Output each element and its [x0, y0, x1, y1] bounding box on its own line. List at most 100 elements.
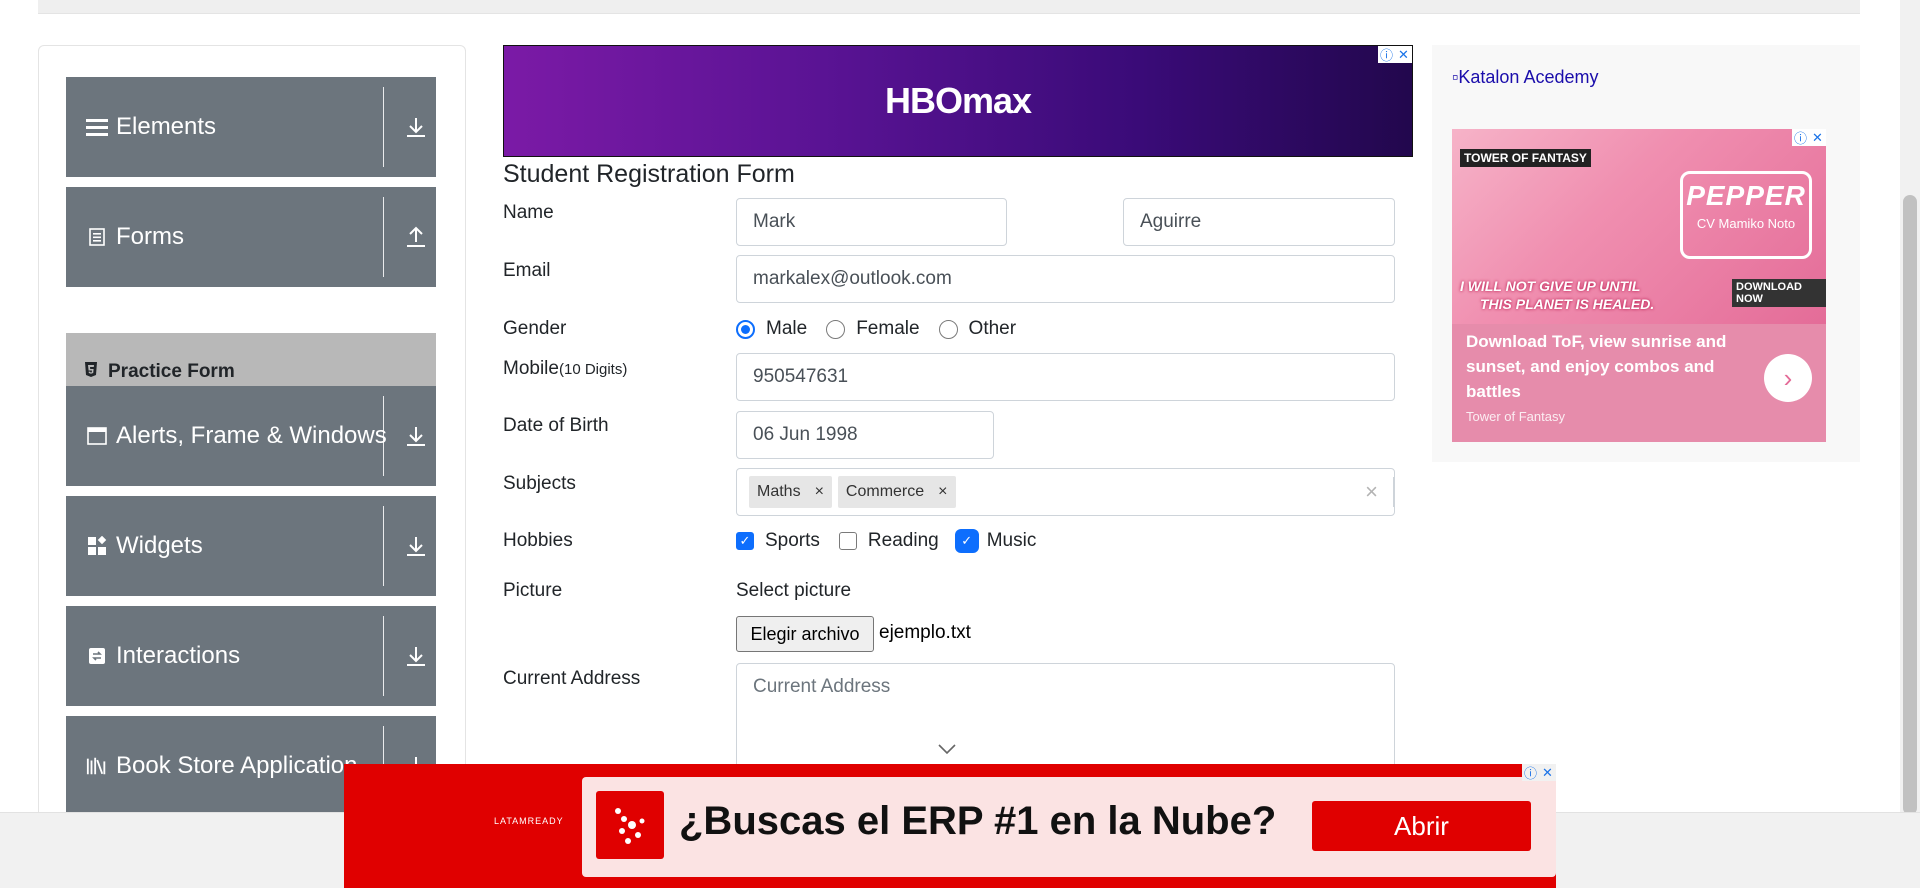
hobby-sports-option[interactable]: ✓ Sports — [736, 530, 820, 552]
remove-tag-icon[interactable]: × — [938, 483, 947, 501]
books-icon — [86, 756, 108, 776]
subjects-label: Subjects — [503, 473, 576, 494]
email-field[interactable]: markalex@outlook.com — [736, 255, 1395, 303]
divider — [383, 197, 384, 277]
subject-tag-label: Commerce — [845, 483, 925, 500]
ad-banner-bottom[interactable]: LATAMREADY ¿Buscas el ERP #1 en la Nube?… — [344, 764, 1556, 888]
download-icon[interactable] — [401, 496, 431, 596]
subject-tag: Commerce × — [837, 476, 956, 508]
ad-controls: ⓘ ✕ — [1522, 764, 1556, 781]
mobile-field[interactable]: 950547631 — [736, 353, 1395, 401]
gender-label: Gender — [503, 318, 567, 339]
divider — [383, 396, 384, 476]
chevron-right-icon[interactable]: › — [1764, 354, 1812, 402]
radio-button[interactable] — [736, 319, 755, 339]
ad-controls: ⓘ ✕ — [1792, 129, 1826, 146]
divider — [1393, 477, 1394, 507]
gender-male-option[interactable]: Male — [736, 318, 807, 340]
checkbox[interactable] — [838, 532, 857, 550]
hobbies-checkbox-group: ✓ Sports Reading ✓ Music — [736, 530, 1055, 552]
latamready-logo: LATAMREADY — [494, 816, 564, 826]
sidebar-group-title: Interactions — [116, 642, 241, 669]
download-badge: DOWNLOAD NOW — [1732, 279, 1826, 307]
katalon-academy-link[interactable]: ▫Katalon Acedemy — [1452, 67, 1598, 88]
open-button[interactable]: Abrir — [1312, 801, 1531, 851]
ad-source: Tower of Fantasy — [1466, 409, 1565, 424]
sidebar-group-title: Elements — [116, 113, 217, 140]
remove-tag-icon[interactable]: × — [815, 483, 824, 501]
sidebar-group-alerts[interactable]: Alerts, Frame & Windows — [66, 386, 436, 486]
tower-of-fantasy-ad[interactable]: TOWER OF FANTASY PEPPER CV Mamiko Noto I… — [1452, 129, 1826, 442]
checkbox[interactable]: ✓ — [957, 532, 976, 550]
sidebar-group-interactions[interactable]: Interactions — [66, 606, 436, 706]
clear-all-icon[interactable]: × — [1365, 479, 1378, 505]
subject-tag-label: Maths — [757, 483, 801, 500]
ad-brand-logo: HBOmax — [884, 80, 1032, 121]
document-icon — [86, 228, 108, 246]
download-icon[interactable] — [401, 606, 431, 706]
sidebar-group-elements[interactable]: Elements — [66, 77, 436, 177]
close-icon[interactable]: ✕ — [1395, 46, 1412, 63]
dob-label: Date of Birth — [503, 415, 609, 436]
subjects-input[interactable]: Maths × Commerce × × — [736, 468, 1395, 516]
upload-icon[interactable] — [401, 187, 431, 287]
gender-female-option[interactable]: Female — [826, 318, 920, 340]
download-icon[interactable] — [401, 386, 431, 486]
sidebar-group-title: Forms — [116, 223, 184, 250]
pepper-badge: PEPPER CV Mamiko Noto — [1680, 171, 1812, 259]
gender-option-label: Other — [968, 318, 1017, 339]
ad-slogan-line: THIS PLANET IS HEALED. — [1480, 296, 1655, 312]
download-icon[interactable] — [401, 77, 431, 177]
name-label: Name — [503, 202, 554, 223]
last-name-field[interactable]: Aguirre — [1123, 198, 1395, 246]
ad-controls: ⓘ ✕ — [1378, 46, 1412, 63]
pepper-title: PEPPER — [1686, 180, 1806, 211]
radio-button[interactable] — [938, 319, 958, 339]
sidebar: Elements Forms Practice Form Alerts, Fra… — [38, 45, 466, 845]
hobby-label: Sports — [765, 530, 820, 551]
subject-tag: Maths × — [749, 476, 832, 508]
hobby-music-option[interactable]: ✓ Music — [957, 530, 1036, 552]
menu-icon — [86, 118, 108, 136]
email-label: Email — [503, 260, 551, 281]
radio-button[interactable] — [826, 319, 846, 339]
gender-radio-group: Male Female Other — [736, 318, 1035, 340]
mobile-hint: (10 Digits) — [558, 361, 628, 378]
hobbies-label: Hobbies — [503, 530, 573, 551]
selected-file-name: ejemplo.txt — [879, 622, 971, 643]
ad-sidebar-right: ▫Katalon Acedemy TOWER OF FANTASY PEPPER… — [1432, 45, 1860, 462]
widgets-icon — [86, 536, 108, 556]
katalon-academy-text: Katalon Acedemy — [1458, 67, 1599, 87]
date-of-birth-field[interactable]: 06 Jun 1998 — [736, 411, 994, 459]
ad-banner-top[interactable]: HBOmax ⓘ ✕ — [503, 45, 1413, 157]
gender-option-label: Female — [856, 318, 920, 339]
picture-label: Picture — [503, 580, 563, 601]
tower-logo: TOWER OF FANTASY — [1460, 149, 1591, 167]
sidebar-group-widgets[interactable]: Widgets — [66, 496, 436, 596]
hobby-reading-option[interactable]: Reading — [838, 530, 939, 552]
choose-file-button[interactable]: Elegir archivo — [736, 616, 874, 652]
close-icon[interactable]: ✕ — [1809, 129, 1826, 146]
sidebar-group-title: Alerts, Frame & Windows — [116, 422, 387, 449]
page-scrollbar[interactable] — [1900, 0, 1920, 815]
close-icon[interactable]: ✕ — [1539, 764, 1556, 781]
ad-slogan-line: I WILL NOT GIVE UP UNTIL — [1460, 278, 1641, 294]
divider — [383, 87, 384, 167]
ad-info-icon[interactable]: ⓘ — [1522, 764, 1539, 781]
checkbox[interactable]: ✓ — [736, 532, 754, 550]
ad-info-icon[interactable]: ⓘ — [1378, 46, 1395, 63]
page: Elements Forms Practice Form Alerts, Fra… — [0, 0, 1920, 888]
first-name-field[interactable]: Mark — [736, 198, 1007, 246]
current-address-label: Current Address — [503, 668, 641, 689]
scrollbar-thumb[interactable] — [1903, 195, 1917, 815]
chevron-down-icon[interactable] — [937, 742, 957, 760]
divider — [383, 506, 384, 586]
ad-panel: ¿Buscas el ERP #1 en la Nube? Abrir — [582, 777, 1556, 877]
ad-slogan: I WILL NOT GIVE UP UNTIL THIS PLANET IS … — [1460, 277, 1654, 313]
hobby-label: Reading — [867, 530, 939, 551]
sidebar-group-forms[interactable]: Forms — [66, 187, 436, 287]
gender-other-option[interactable]: Other — [938, 318, 1017, 340]
mobile-label: Mobile(10 Digits) — [503, 358, 627, 380]
mobile-label-text: Mobile — [503, 358, 559, 379]
ad-info-icon[interactable]: ⓘ — [1792, 129, 1809, 146]
